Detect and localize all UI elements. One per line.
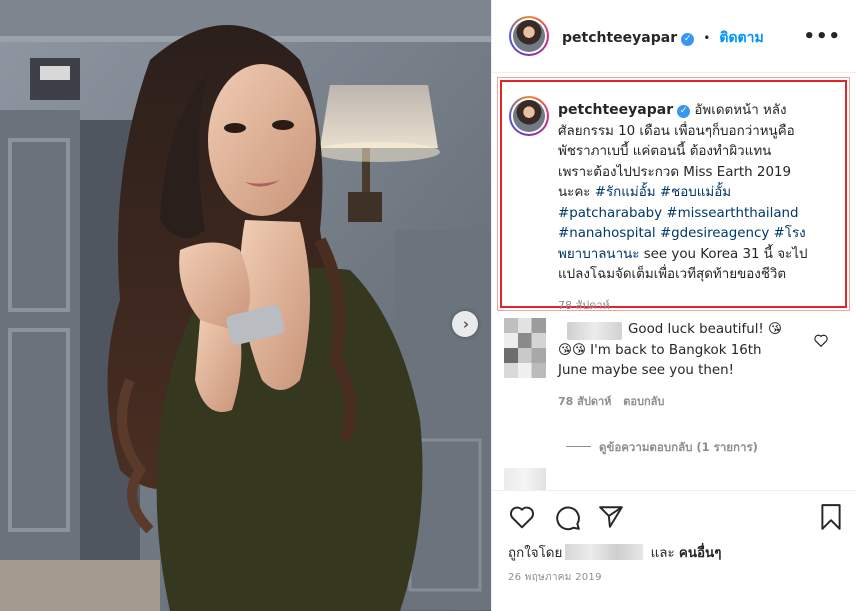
verified-badge-icon: ✓ bbox=[677, 105, 691, 118]
liked-by-row: ถูกใจโดย และ คนอื่นๆ bbox=[508, 542, 721, 563]
liked-by-user-blurred[interactable] bbox=[565, 544, 644, 560]
comment-text: Good luck beautiful! 😘 😘😘 I'm back to Ba… bbox=[558, 320, 803, 412]
comment-timestamp[interactable]: 78 สัปดาห์ bbox=[558, 395, 611, 408]
caption-line-3: พัชราภาเบบี้ แค่ตอนนี้ ต้องทำผิวแทน bbox=[558, 144, 772, 159]
post-actions: ถูกใจโดย และ คนอื่นๆ 26 พฤษภาคม 2019 bbox=[492, 490, 856, 611]
share-icon[interactable] bbox=[598, 505, 624, 529]
comment-icon[interactable] bbox=[555, 505, 581, 531]
header-user-row: petchteeyapar ✓ • ติดตาม bbox=[562, 27, 764, 49]
view-replies-link[interactable]: ดูข้อความตอบกลับ (1 รายการ) bbox=[599, 439, 758, 457]
post-header: petchteeyapar ✓ • ติดตาม ••• bbox=[492, 0, 856, 73]
next-comment-avatar-blurred bbox=[504, 468, 546, 490]
liked-by-and: และ bbox=[650, 546, 675, 561]
hashtag-link[interactable]: #ชอบแม่อั้ม bbox=[660, 185, 731, 200]
hashtag-link[interactable]: #nanahospital bbox=[558, 226, 656, 241]
caption-line-1: อัพเดตหน้า หลัง bbox=[694, 103, 787, 118]
liked-by-prefix: ถูกใจโดย bbox=[508, 546, 563, 561]
comment-line-1: Good luck beautiful! 😘 bbox=[628, 322, 783, 337]
like-comment-heart-icon[interactable] bbox=[814, 334, 828, 347]
post-side-panel: petchteeyapar ✓ • ติดตาม ••• petchteeyapa… bbox=[491, 0, 856, 611]
caption-username[interactable]: petchteeyapar bbox=[558, 102, 673, 118]
comment-line-2: 😘😘 I'm back to Bangkok 16th bbox=[558, 342, 762, 358]
follow-button[interactable]: ติดตาม bbox=[719, 30, 763, 46]
photo-illustration bbox=[0, 0, 491, 611]
chevron-right-icon: › bbox=[462, 314, 470, 333]
avatar[interactable] bbox=[509, 16, 549, 56]
replies-divider bbox=[566, 446, 591, 447]
comment-line-3: June maybe see you then! bbox=[558, 363, 734, 378]
caption-avatar[interactable] bbox=[509, 96, 549, 136]
comment-avatar-blurred[interactable] bbox=[504, 318, 546, 378]
hashtag-link[interactable]: #รักแม่อั้ม bbox=[595, 185, 656, 200]
hashtag-link[interactable]: #gdesireagency bbox=[660, 226, 769, 241]
separator-dot: • bbox=[703, 31, 711, 45]
caption-line-2: ศัลยกรรม 10 เดือน เพื่อนๆก็บอกว่าหนูคือ bbox=[558, 123, 795, 139]
caption-line-5: นะคะ bbox=[558, 185, 595, 200]
caption-line-10: แปลงโฉมจัดเต็มเพื่อเวทีสุดท้ายของชีวิต bbox=[558, 267, 787, 282]
verified-badge-icon: ✓ bbox=[681, 33, 695, 46]
caption-line-9: see you Korea 31 นี้ จะไป bbox=[639, 246, 808, 262]
next-photo-button[interactable]: › bbox=[452, 311, 478, 337]
hashtag-link[interactable]: #โรง bbox=[774, 226, 806, 241]
hashtag-link[interactable]: #patcharababy bbox=[558, 206, 662, 221]
post-date[interactable]: 26 พฤษภาคม 2019 bbox=[508, 570, 602, 585]
liked-by-others-link[interactable]: คนอื่นๆ bbox=[679, 546, 722, 561]
hashtag-link[interactable]: พยาบาลนานะ bbox=[558, 247, 639, 262]
reply-button[interactable]: ตอบกลับ bbox=[623, 395, 664, 408]
hashtag-link[interactable]: #missearththailand bbox=[666, 206, 798, 221]
heart-icon[interactable] bbox=[509, 505, 535, 529]
header-username[interactable]: petchteeyapar bbox=[562, 30, 677, 46]
caption-text: petchteeyapar ✓ อัพเดตหน้า หลัง ศัลยกรรม … bbox=[558, 100, 836, 316]
caption-line-4: เพราะต้องไปประกวด Miss Earth 2019 bbox=[558, 164, 792, 180]
bookmark-icon[interactable] bbox=[820, 503, 842, 531]
more-options-icon[interactable]: ••• bbox=[803, 26, 841, 47]
caption-timestamp[interactable]: 78 สัปดาห์ bbox=[558, 296, 836, 317]
post-photo[interactable]: › bbox=[0, 0, 491, 611]
